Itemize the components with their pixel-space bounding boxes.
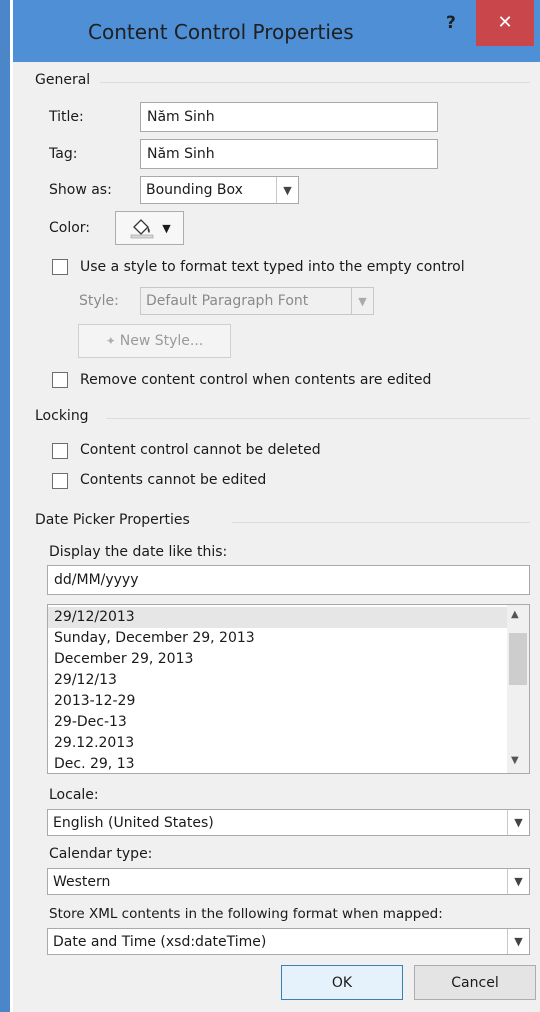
use-style-checkbox[interactable]	[52, 259, 68, 275]
date-format-option[interactable]: 29/12/13	[48, 670, 507, 691]
general-section-label: General	[35, 72, 91, 88]
calendar-type-label: Calendar type:	[49, 846, 153, 862]
store-format-label: Store XML contents in the following form…	[49, 906, 443, 922]
cannot-delete-label: Content control cannot be deleted	[80, 442, 321, 458]
cancel-button[interactable]: Cancel	[414, 965, 536, 1000]
title-label: Title:	[49, 109, 84, 125]
locale-value: English (United States)	[53, 814, 214, 831]
help-button[interactable]: ?	[446, 13, 456, 33]
new-style-button[interactable]: ✦ New Style...	[78, 324, 231, 358]
color-picker-button[interactable]: ▼	[115, 211, 184, 245]
date-picker-section-divider	[232, 522, 530, 523]
calendar-type-select[interactable]: Western ▼	[47, 868, 530, 895]
chevron-down-icon: ▼	[507, 929, 529, 954]
list-scrollbar[interactable]: ▲ ▼	[507, 605, 529, 773]
locking-section-label: Locking	[35, 408, 89, 424]
use-style-label: Use a style to format text typed into th…	[80, 259, 465, 275]
style-value: Default Paragraph Font	[146, 293, 309, 309]
scroll-up-icon[interactable]: ▲	[511, 609, 519, 620]
scrollbar-thumb[interactable]	[509, 633, 527, 685]
new-style-label: New Style...	[119, 333, 204, 349]
date-format-option[interactable]: Sunday, December 29, 2013	[48, 628, 507, 649]
scroll-down-icon[interactable]: ▼	[511, 755, 519, 766]
date-format-list[interactable]: 29/12/2013 Sunday, December 29, 2013 Decem…	[47, 604, 530, 774]
color-label: Color:	[49, 220, 91, 236]
remove-control-checkbox[interactable]	[52, 372, 68, 388]
style-label: Style:	[79, 293, 119, 309]
locking-section-divider	[106, 418, 530, 419]
chevron-down-icon: ▼	[507, 810, 529, 835]
calendar-type-value: Western	[53, 873, 111, 890]
close-button[interactable]: ✕	[476, 0, 534, 46]
locale-select[interactable]: English (United States) ▼	[47, 809, 530, 836]
chevron-down-icon: ▼	[276, 177, 298, 203]
date-format-option[interactable]: Dec. 29, 13	[48, 754, 507, 773]
date-picker-section-label: Date Picker Properties	[35, 512, 190, 528]
store-format-select[interactable]: Date and Time (xsd:dateTime) ▼	[47, 928, 530, 955]
date-format-option[interactable]: 29-Dec-13	[48, 712, 507, 733]
date-format-items: 29/12/2013 Sunday, December 29, 2013 Decem…	[48, 607, 507, 773]
new-style-icon: ✦	[105, 334, 116, 348]
chevron-down-icon: ▼	[351, 288, 373, 314]
display-format-label: Display the date like this:	[49, 544, 228, 560]
style-select[interactable]: Default Paragraph Font ▼	[140, 287, 374, 315]
tag-input[interactable]: Năm Sinh	[140, 139, 438, 169]
window-left-border	[0, 0, 10, 1012]
date-format-option[interactable]: 29/12/2013	[48, 607, 507, 628]
date-format-option[interactable]: December 29, 2013	[48, 649, 507, 670]
show-as-select[interactable]: Bounding Box ▼	[140, 176, 299, 204]
date-format-option[interactable]: 2013-12-29	[48, 691, 507, 712]
show-as-label: Show as:	[49, 182, 112, 198]
tag-label: Tag:	[49, 146, 78, 162]
cannot-edit-checkbox[interactable]	[52, 473, 68, 489]
general-section-divider	[100, 82, 530, 83]
window-title: Content Control Properties	[88, 20, 354, 44]
remove-control-label: Remove content control when contents are…	[80, 372, 432, 388]
ok-button[interactable]: OK	[281, 965, 403, 1000]
chevron-down-icon: ▼	[507, 869, 529, 894]
date-format-input[interactable]: dd/MM/yyyy	[47, 565, 530, 595]
store-format-value: Date and Time (xsd:dateTime)	[53, 933, 267, 950]
title-input[interactable]: Năm Sinh	[140, 102, 438, 132]
paint-bucket-icon	[130, 219, 154, 239]
caret-down-icon: ▼	[162, 221, 171, 235]
cannot-edit-label: Contents cannot be edited	[80, 472, 267, 488]
locale-label: Locale:	[49, 787, 99, 803]
show-as-value: Bounding Box	[146, 182, 243, 198]
cannot-delete-checkbox[interactable]	[52, 443, 68, 459]
date-format-option[interactable]: 29.12.2013	[48, 733, 507, 754]
